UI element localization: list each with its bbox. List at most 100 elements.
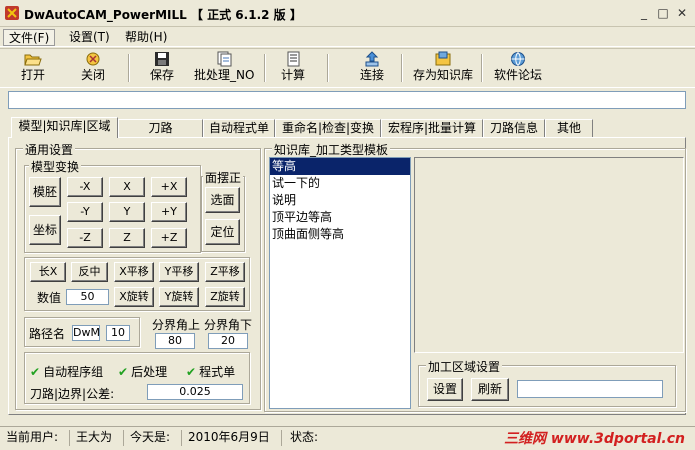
knowledge-base-icon — [435, 51, 451, 66]
post-process-checkbox[interactable]: ✔ 后处理 — [118, 363, 167, 380]
app-icon — [5, 6, 19, 20]
calc-button[interactable]: 计算 — [278, 51, 308, 85]
boundary-up-label: 分界角上 — [152, 318, 201, 332]
x-button[interactable]: X — [109, 177, 145, 197]
check-icon: ✔ — [118, 365, 129, 379]
save-icon — [155, 52, 169, 66]
program-sheet-checkbox[interactable]: ✔ 程式单 — [186, 363, 235, 380]
folder-open-icon — [24, 54, 42, 66]
tab-model-kb-region[interactable]: 模型|知识库|区域 — [11, 117, 118, 138]
minus-y-button[interactable]: -Y — [67, 202, 103, 222]
z-translate-button[interactable]: Z平移 — [205, 262, 245, 282]
list-item[interactable]: 顶曲面侧等高 — [270, 226, 410, 243]
connect-label: 连接 — [359, 68, 384, 82]
plus-y-button[interactable]: +Y — [151, 202, 187, 222]
list-item[interactable]: 等高 — [270, 158, 410, 175]
save-kb-label: 存为知识库 — [412, 68, 473, 82]
status-date: 2010年6月9日 — [184, 430, 282, 446]
close-doc-icon — [86, 52, 100, 66]
tab-rename-check-transform[interactable]: 重命名|检查|变换 — [275, 119, 381, 137]
connect-icon — [365, 51, 379, 67]
check-icon: ✔ — [186, 365, 197, 379]
blank-button[interactable]: 模胚 — [29, 177, 61, 207]
save-button[interactable]: 保存 — [147, 51, 177, 85]
menu-help[interactable]: 帮助(H) — [120, 29, 172, 46]
post-process-label: 后处理 — [131, 365, 168, 379]
y-rotate-button[interactable]: Y旋转 — [159, 287, 199, 307]
tab-toolpath[interactable]: 刀路 — [118, 119, 203, 137]
z-rotate-button[interactable]: Z旋转 — [205, 287, 245, 307]
auto-program-group-label: 自动程序组 — [43, 365, 104, 379]
tab-toolpath-info[interactable]: 刀路信息 — [483, 119, 545, 137]
tab-other[interactable]: 其他 — [545, 119, 593, 137]
status-user: 王大为 — [72, 430, 124, 446]
minus-z-button[interactable]: -Z — [67, 228, 103, 248]
plus-x-button[interactable]: +X — [151, 177, 187, 197]
auto-program-group-checkbox[interactable]: ✔ 自动程序组 — [30, 363, 103, 380]
open-button[interactable]: 打开 — [18, 51, 48, 85]
coord-button[interactable]: 坐标 — [29, 215, 61, 245]
batch-icon — [217, 51, 232, 67]
region-title: 加工区域设置 — [426, 358, 503, 375]
model-transform-title: 模型变换 — [29, 158, 82, 175]
save-label: 保存 — [149, 68, 174, 82]
calculate-icon — [287, 51, 300, 67]
maximize-icon[interactable]: □ — [656, 6, 670, 20]
toolbar-separator — [481, 54, 483, 82]
menu-file[interactable]: 文件(F) — [3, 29, 56, 46]
menu-settings[interactable]: 设置(T) — [64, 29, 115, 46]
reverse-center-button[interactable]: 反中 — [71, 262, 108, 282]
close-button[interactable]: 关闭 — [78, 51, 108, 85]
plus-z-button[interactable]: +Z — [151, 228, 187, 248]
forum-button[interactable]: 软件论坛 — [492, 51, 544, 85]
face-correct-title: 面摆正 — [203, 169, 244, 186]
tab-macro-batch[interactable]: 宏程序|批量计算 — [381, 119, 483, 137]
list-item[interactable]: 试一下的 — [270, 175, 410, 192]
z-button[interactable]: Z — [109, 228, 145, 248]
calc-label: 计算 — [280, 68, 305, 82]
select-face-button[interactable]: 选面 — [205, 187, 240, 213]
region-set-button[interactable]: 设置 — [427, 378, 463, 401]
batch-label: 批处理_NO — [194, 68, 255, 82]
save-kb-button[interactable]: 存为知识库 — [412, 51, 474, 85]
length-x-button[interactable]: 长X — [30, 262, 66, 282]
watermark: 三维网 www.3dportal.cn — [504, 431, 685, 447]
value-label: 数值 — [37, 291, 62, 305]
general-settings-title: 通用设置 — [23, 141, 76, 158]
knowledge-title: 知识库_加工类型模板 — [272, 141, 391, 158]
check-icon: ✔ — [30, 365, 41, 379]
status-today-label: 今天是: — [126, 430, 182, 446]
boundary-down-field[interactable]: 20 — [208, 333, 248, 349]
status-state-label: 状态: — [290, 430, 319, 444]
path-prefix-field[interactable]: DwM — [72, 325, 100, 341]
list-item[interactable]: 说明 — [270, 192, 410, 209]
status-user-label: 当前用户: — [2, 430, 70, 446]
batch-button[interactable]: 批处理_NO — [194, 51, 254, 85]
minus-x-button[interactable]: -X — [67, 177, 103, 197]
toolbar-separator — [327, 54, 329, 82]
toolbar-separator — [401, 54, 403, 82]
region-field[interactable] — [517, 380, 663, 398]
tolerance-label: 刀路|边界|公差: — [30, 387, 115, 401]
toolbar-separator — [128, 54, 130, 82]
path-number-field[interactable]: 10 — [106, 325, 130, 341]
minimize-icon[interactable]: _ — [637, 6, 651, 20]
tab-auto-sheet[interactable]: 自动程式单 — [203, 119, 275, 137]
program-sheet-label: 程式单 — [199, 365, 236, 379]
path-name-label: 路径名 — [29, 327, 66, 341]
list-item[interactable]: 顶平边等高 — [270, 209, 410, 226]
close-icon[interactable]: ✕ — [675, 6, 689, 20]
locate-button[interactable]: 定位 — [205, 219, 240, 245]
y-translate-button[interactable]: Y平移 — [159, 262, 199, 282]
info-field[interactable] — [8, 91, 686, 109]
region-refresh-button[interactable]: 刷新 — [471, 378, 509, 401]
connect-button[interactable]: 连接 — [357, 51, 387, 85]
knowledge-list[interactable]: 等高 试一下的 说明 顶平边等高 顶曲面侧等高 — [269, 157, 411, 409]
x-rotate-button[interactable]: X旋转 — [114, 287, 154, 307]
y-button[interactable]: Y — [109, 202, 145, 222]
toolbar-separator — [264, 54, 266, 82]
tolerance-field[interactable]: 0.025 — [147, 384, 243, 400]
value-field[interactable]: 50 — [66, 289, 109, 305]
boundary-up-field[interactable]: 80 — [155, 333, 195, 349]
x-translate-button[interactable]: X平移 — [114, 262, 154, 282]
